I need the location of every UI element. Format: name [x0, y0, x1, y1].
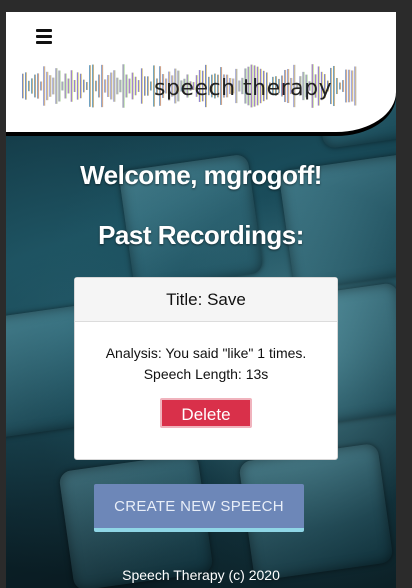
waveform-bar — [34, 74, 36, 98]
waveform-bar — [58, 70, 61, 102]
waveform-bar — [345, 69, 348, 103]
waveform-bar — [333, 65, 335, 107]
waveform-bar — [107, 75, 110, 97]
recording-length: Speech Length: 13s — [143, 366, 269, 382]
waveform-bar — [79, 73, 82, 99]
waveform-bar — [104, 79, 107, 93]
waveform-bar — [348, 69, 351, 103]
site-header: speech therapy — [6, 12, 396, 132]
delete-button[interactable]: Delete — [160, 398, 252, 428]
app-frame: speech therapy Welcome, mgrogoff! Past R… — [6, 12, 396, 588]
logo-text: speech therapy — [154, 76, 333, 101]
waveform-bar — [92, 64, 94, 108]
waveform-bar — [336, 77, 338, 95]
recording-title: Title: Save — [75, 278, 337, 322]
waveform-bar — [137, 80, 140, 92]
waveform-bar — [150, 81, 152, 91]
waveform-bar — [25, 72, 27, 100]
waveform-bar — [37, 73, 40, 99]
recording-body: Analysis: You said "like" 1 times. Speec… — [75, 343, 337, 428]
waveform-bar — [98, 74, 101, 98]
waveform-bar — [116, 77, 119, 95]
waveform-bar — [73, 79, 76, 93]
waveform-bar — [43, 66, 46, 106]
waveform-bar — [113, 70, 116, 102]
waveform-bar — [61, 81, 64, 91]
waveform-bar — [95, 80, 97, 92]
waveform-bar — [144, 76, 146, 96]
waveform-bar — [64, 73, 67, 99]
welcome-heading: Welcome, mgrogoff! — [80, 160, 322, 190]
recording-card: Title: Save Analysis: You said "like" 1 … — [74, 277, 338, 460]
waveform-bar — [110, 72, 113, 100]
waveform-bar — [351, 70, 354, 102]
waveform-bar — [55, 68, 58, 104]
waveform-bar — [119, 79, 122, 93]
waveform-bar — [339, 82, 341, 90]
waveform-bar — [31, 78, 33, 94]
footer-text: Speech Therapy (c) 2020 — [122, 567, 280, 583]
waveform-bar — [46, 71, 49, 101]
waveform-bar — [40, 81, 43, 91]
create-new-speech-button[interactable]: CREATE NEW SPEECH — [94, 484, 304, 532]
past-recordings-heading: Past Recordings: — [98, 220, 304, 250]
waveform-bar — [125, 74, 128, 98]
waveform-bar — [147, 76, 149, 96]
waveform-bar — [86, 82, 88, 90]
waveform-bar — [122, 64, 125, 108]
waveform-bar — [134, 76, 137, 96]
waveform-bar — [22, 73, 24, 99]
waveform-bar — [354, 66, 357, 106]
waveform-bar — [70, 70, 73, 102]
waveform-bar — [342, 80, 345, 92]
waveform-bar — [67, 78, 70, 94]
waveform-bar — [28, 80, 30, 92]
waveform-bar — [52, 77, 55, 95]
waveform-bar — [49, 75, 52, 97]
waveform-bar — [128, 78, 131, 94]
recording-analysis: Analysis: You said "like" 1 times. — [105, 345, 307, 361]
waveform-bar — [76, 72, 79, 100]
waveform-bar — [140, 68, 143, 104]
waveform-bar — [131, 72, 134, 100]
waveform-bar — [83, 79, 85, 93]
hamburger-menu-button[interactable] — [24, 20, 64, 52]
waveform-bar — [89, 65, 91, 107]
hamburger-menu-icon — [36, 26, 52, 47]
waveform-bar — [101, 64, 104, 108]
